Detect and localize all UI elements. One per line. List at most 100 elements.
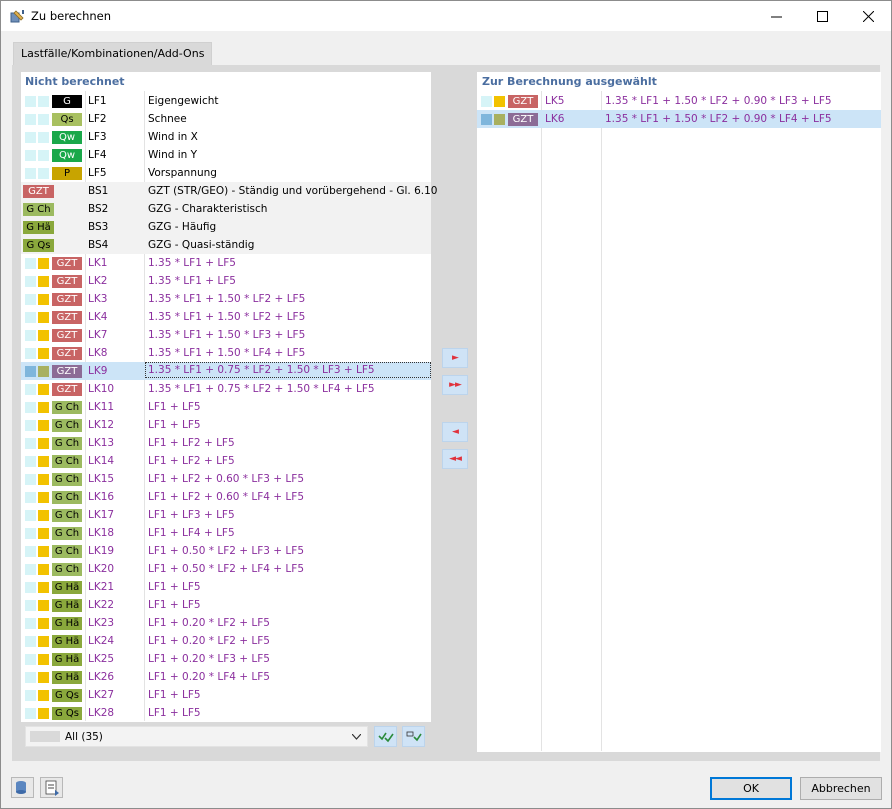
- category-badge: GZT: [508, 95, 538, 108]
- item-description: LF1 + LF5: [148, 401, 201, 413]
- status-square: [38, 672, 49, 683]
- status-square: [25, 600, 36, 611]
- status-square: [38, 366, 49, 377]
- list-item[interactable]: G Ch LK13 LF1 + LF2 + LF5: [21, 434, 431, 452]
- category-badge: G Ch: [52, 419, 82, 432]
- list-item[interactable]: GZT LK10 1.35 * LF1 + 0.75 * LF2 + 1.50 * …: [21, 380, 431, 398]
- item-code: LF5: [88, 167, 107, 179]
- status-square: [25, 492, 36, 503]
- item-description: 1.35 * LF1 + 0.75 * LF2 + 1.50 * LF3 + L…: [145, 362, 431, 378]
- status-square: [38, 384, 49, 395]
- list-item[interactable]: GZT LK6 1.35 * LF1 + 1.50 * LF2 + 0.90 * L…: [477, 110, 881, 128]
- select-filter-button[interactable]: [402, 726, 425, 747]
- list-item[interactable]: P LF5 Vorspannung: [21, 164, 431, 182]
- status-square: [25, 384, 36, 395]
- item-code: LK17: [88, 509, 115, 521]
- status-square: [38, 132, 49, 143]
- item-code: LK15: [88, 473, 115, 485]
- close-button[interactable]: [845, 1, 891, 31]
- list-item[interactable]: GZT LK5 1.35 * LF1 + 1.50 * LF2 + 0.90 * L…: [477, 92, 881, 110]
- status-square: [38, 690, 49, 701]
- category-badge: G Ch: [52, 491, 82, 504]
- list-item[interactable]: G Ch LK11 LF1 + LF5: [21, 398, 431, 416]
- item-description: LF1 + LF2 + 0.60 * LF4 + LF5: [148, 491, 305, 503]
- status-square: [25, 438, 36, 449]
- item-code: LK8: [88, 347, 108, 359]
- list-item[interactable]: GZT LK1 1.35 * LF1 + LF5: [21, 254, 431, 272]
- item-code: BS1: [88, 185, 109, 197]
- category-badge: G Ch: [52, 401, 82, 414]
- list-item[interactable]: G Ch LK16 LF1 + LF2 + 0.60 * LF4 + LF5: [21, 488, 431, 506]
- list-item[interactable]: Qs LF2 Schnee: [21, 110, 431, 128]
- status-square: [38, 600, 49, 611]
- list-item[interactable]: G Hä LK23 LF1 + 0.20 * LF2 + LF5: [21, 614, 431, 632]
- ok-button[interactable]: OK: [710, 777, 792, 800]
- list-item[interactable]: G Hä LK24 LF1 + 0.20 * LF2 + LF5: [21, 632, 431, 650]
- list-item[interactable]: G Hä BS3 GZG - Häufig: [21, 218, 431, 236]
- select-all-button[interactable]: [374, 726, 397, 747]
- status-square: [38, 636, 49, 647]
- list-item[interactable]: G LF1 Eigengewicht: [21, 92, 431, 110]
- list-item[interactable]: G Qs LK28 LF1 + LF5: [21, 704, 431, 722]
- item-code: LK13: [88, 437, 115, 449]
- item-code: LK24: [88, 635, 115, 647]
- status-square: [38, 294, 49, 305]
- list-item[interactable]: G Ch LK18 LF1 + LF4 + LF5: [21, 524, 431, 542]
- remove-selected-button[interactable]: ◄: [442, 422, 468, 442]
- list-item[interactable]: G Ch LK19 LF1 + 0.50 * LF2 + LF3 + LF5: [21, 542, 431, 560]
- category-badge: G Ch: [52, 527, 82, 540]
- status-square: [25, 420, 36, 431]
- list-item[interactable]: G Hä LK26 LF1 + 0.20 * LF4 + LF5: [21, 668, 431, 686]
- list-item[interactable]: GZT BS1 GZT (STR/GEO) - Ständig und vorübe…: [21, 182, 437, 200]
- category-badge: G Ch: [52, 509, 82, 522]
- remove-all-button[interactable]: ◄◄: [442, 449, 468, 469]
- minimize-button[interactable]: [753, 1, 799, 31]
- item-description: LF1 + LF5: [148, 689, 201, 701]
- list-item[interactable]: G Ch LK17 LF1 + LF3 + LF5: [21, 506, 431, 524]
- list-item[interactable]: GZT LK3 1.35 * LF1 + 1.50 * LF2 + LF5: [21, 290, 431, 308]
- category-badge: G Ch: [52, 455, 82, 468]
- item-description: LF1 + LF2 + 0.60 * LF3 + LF5: [148, 473, 305, 485]
- item-description: Wind in Y: [148, 149, 198, 161]
- list-item[interactable]: G Hä LK21 LF1 + LF5: [21, 578, 431, 596]
- list-item[interactable]: G Hä LK25 LF1 + 0.20 * LF3 + LF5: [21, 650, 431, 668]
- category-badge: Qw: [52, 131, 82, 144]
- info-button[interactable]: [11, 777, 34, 798]
- list-item[interactable]: G Ch LK14 LF1 + LF2 + LF5: [21, 452, 431, 470]
- database-icon: [16, 781, 26, 794]
- tab-load-cases-combinations[interactable]: Lastfälle/Kombinationen/Add-Ons: [13, 42, 213, 66]
- list-item[interactable]: Qw LF4 Wind in Y: [21, 146, 431, 164]
- list-item[interactable]: G Hä LK22 LF1 + LF5: [21, 596, 431, 614]
- category-badge: G Ch: [52, 437, 82, 450]
- list-item[interactable]: GZT LK8 1.35 * LF1 + 1.50 * LF4 + LF5: [21, 344, 431, 362]
- calculator-icon: [10, 10, 24, 23]
- list-item[interactable]: G Ch LK15 LF1 + LF2 + 0.60 * LF3 + LF5: [21, 470, 431, 488]
- list-item[interactable]: G Qs LK27 LF1 + LF5: [21, 686, 431, 704]
- add-selected-button[interactable]: ►: [442, 348, 468, 368]
- status-square: [25, 672, 36, 683]
- status-square: [38, 546, 49, 557]
- status-square: [25, 474, 36, 485]
- list-item[interactable]: G Ch BS2 GZG - Charakteristisch: [21, 200, 431, 218]
- list-item[interactable]: GZT LK2 1.35 * LF1 + LF5: [21, 272, 431, 290]
- category-badge: G Hä: [52, 671, 82, 684]
- status-square: [38, 654, 49, 665]
- list-item[interactable]: G Ch LK12 LF1 + LF5: [21, 416, 431, 434]
- category-badge: G Hä: [52, 653, 82, 666]
- list-item[interactable]: G Ch LK20 LF1 + 0.50 * LF2 + LF4 + LF5: [21, 560, 431, 578]
- cancel-button[interactable]: Abbrechen: [800, 777, 882, 800]
- list-item[interactable]: GZT LK9 1.35 * LF1 + 0.75 * LF2 + 1.50 * L…: [21, 362, 431, 380]
- add-all-button[interactable]: ►►: [442, 375, 468, 395]
- item-code: LF2: [88, 113, 107, 125]
- export-button[interactable]: [40, 777, 63, 798]
- item-description: LF1 + 0.50 * LF2 + LF4 + LF5: [148, 563, 305, 575]
- list-item[interactable]: Qw LF3 Wind in X: [21, 128, 431, 146]
- maximize-button[interactable]: [799, 1, 845, 31]
- status-square: [25, 168, 36, 179]
- list-item[interactable]: G Qs BS4 GZG - Quasi-ständig: [21, 236, 431, 254]
- item-code: LK6: [545, 113, 565, 125]
- list-item[interactable]: GZT LK7 1.35 * LF1 + 1.50 * LF3 + LF5: [21, 326, 431, 344]
- item-code: BS4: [88, 239, 109, 251]
- list-item[interactable]: GZT LK4 1.35 * LF1 + 1.50 * LF2 + LF5: [21, 308, 431, 326]
- filter-select[interactable]: All (35): [25, 726, 368, 747]
